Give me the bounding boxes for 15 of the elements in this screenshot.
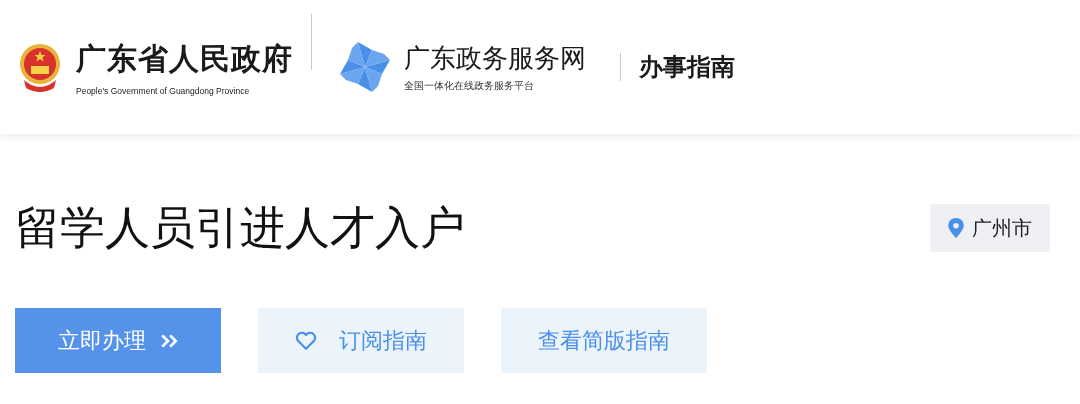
page-title: 留学人员引进人才入户: [15, 200, 465, 256]
apply-button[interactable]: 立即办理: [15, 308, 221, 373]
double-chevron-icon: [160, 332, 178, 349]
site-title: 广东省人民政府: [76, 39, 293, 78]
heart-icon: [295, 330, 317, 351]
guide-button[interactable]: 查看简版指南: [501, 308, 707, 373]
subscribe-button[interactable]: 订阅指南: [258, 308, 464, 373]
site-subtitle: People's Government of Guangdong Province: [76, 85, 251, 96]
pinwheel-logo-icon: [338, 40, 392, 94]
emblem-icon: [18, 42, 62, 92]
service-title: 广东政务服务网: [404, 42, 586, 75]
section-title: 办事指南: [639, 52, 735, 83]
location-pin-icon: [948, 218, 964, 238]
location-chip[interactable]: 广州市: [930, 204, 1050, 252]
service-subtitle: 全国一体化在线政务服务平台: [404, 79, 535, 93]
